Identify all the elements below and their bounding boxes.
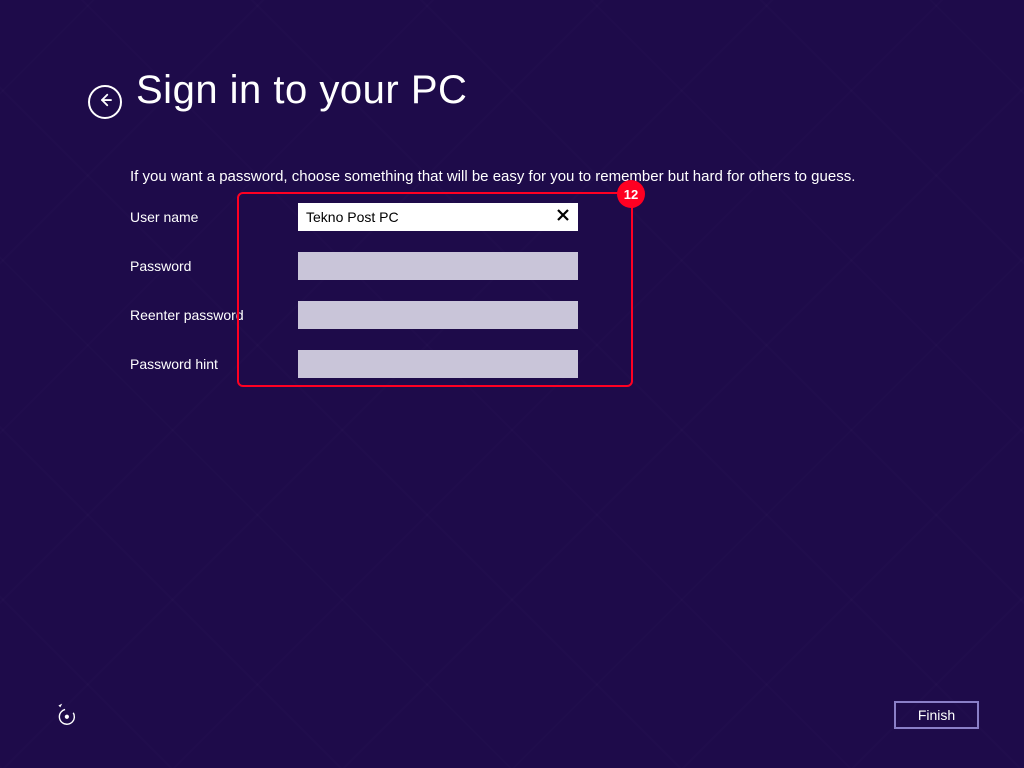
password-input-wrap <box>298 252 578 280</box>
reenter-password-input[interactable] <box>298 301 578 329</box>
signin-form: User name Password Reenter password Pas <box>130 203 578 399</box>
reenter-password-input-wrap <box>298 301 578 329</box>
password-hint-input-wrap <box>298 350 578 378</box>
password-hint-label: Password hint <box>130 356 298 372</box>
row-password: Password <box>130 252 578 280</box>
back-arrow-icon <box>96 91 114 114</box>
close-icon <box>556 208 570 227</box>
username-input[interactable] <box>298 203 578 231</box>
page-subtitle: If you want a password, choose something… <box>130 168 855 185</box>
ease-of-access-button[interactable] <box>50 698 80 728</box>
username-label: User name <box>130 209 298 225</box>
accessibility-icon <box>50 715 80 732</box>
back-button[interactable] <box>88 85 122 119</box>
clear-username-button[interactable] <box>552 206 574 228</box>
row-username: User name <box>130 203 578 231</box>
password-label: Password <box>130 258 298 274</box>
password-input[interactable] <box>298 252 578 280</box>
row-reenter-password: Reenter password <box>130 301 578 329</box>
reenter-password-label: Reenter password <box>130 307 298 323</box>
row-password-hint: Password hint <box>130 350 578 378</box>
page-title: Sign in to your PC <box>136 68 467 113</box>
username-input-wrap <box>298 203 578 231</box>
password-hint-input[interactable] <box>298 350 578 378</box>
finish-button[interactable]: Finish <box>894 701 979 729</box>
